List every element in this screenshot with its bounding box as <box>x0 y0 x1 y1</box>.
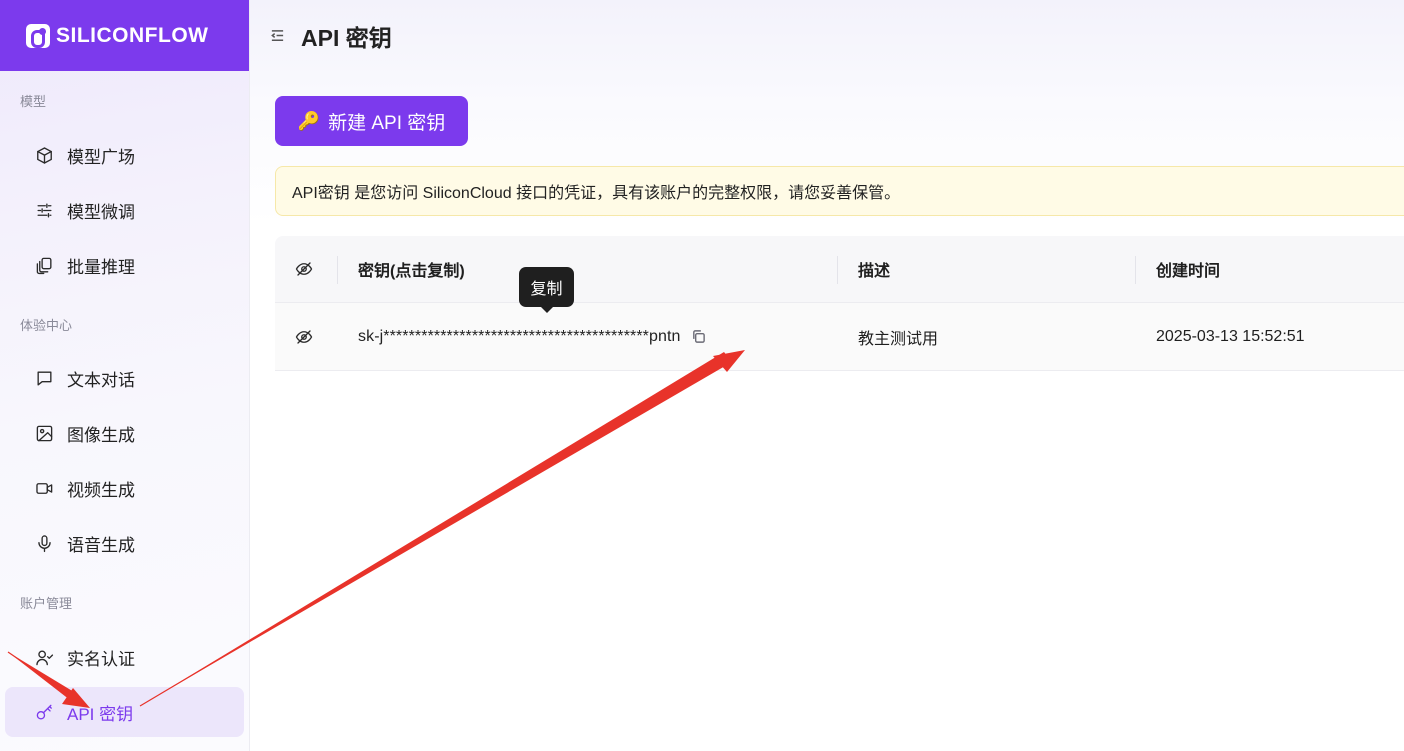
column-divider <box>337 256 338 284</box>
description-cell: 教主测试用 <box>858 330 939 348</box>
table-header-row: 密钥(点击复制) 描述 创建时间 <box>275 236 1404 303</box>
brand-name: SILICONFLOW <box>56 23 209 47</box>
column-header-created: 创建时间 <box>1156 263 1221 280</box>
topbar: API 密钥 <box>250 0 1404 71</box>
main-content: API 密钥 🔑 新建 API 密钥 API密钥 是您访问 SiliconClo… <box>250 0 1404 751</box>
copies-icon <box>34 255 54 275</box>
sidebar-item-speech-gen[interactable]: 语音生成 <box>5 518 244 568</box>
sidebar-item-real-name[interactable]: 实名认证 <box>5 632 244 682</box>
api-key-value[interactable]: sk-j************************************… <box>358 328 681 346</box>
sidebar-item-model-square[interactable]: 模型广场 <box>5 130 244 180</box>
column-divider <box>837 256 838 284</box>
sidebar-item-label: 文本对话 <box>67 370 135 390</box>
new-api-key-label: 新建 API 密钥 <box>328 112 446 134</box>
sliders-icon <box>34 200 54 220</box>
sidebar-item-text-chat[interactable]: 文本对话 <box>5 353 244 403</box>
sidebar-item-label: API 密钥 <box>67 704 134 724</box>
toggle-visibility-icon[interactable] <box>295 303 313 370</box>
api-keys-table: 密钥(点击复制) 描述 创建时间 sk-j*******************… <box>275 236 1404 372</box>
notice-text: API密钥 是您访问 SiliconCloud 接口的凭证，具有该账户的完整权限… <box>292 185 901 202</box>
user-check-icon <box>34 647 54 667</box>
security-notice: API密钥 是您访问 SiliconCloud 接口的凭证，具有该账户的完整权限… <box>275 166 1404 216</box>
column-header-key: 密钥(点击复制) <box>358 263 465 280</box>
sidebar-item-label: 语音生成 <box>67 535 135 555</box>
sidebar-item-batch-inference[interactable]: 批量推理 <box>5 240 244 290</box>
sidebar-item-image-gen[interactable]: 图像生成 <box>5 408 244 458</box>
video-icon <box>34 478 54 498</box>
image-icon <box>34 423 54 443</box>
siliconflow-logo-icon <box>26 23 50 48</box>
toggle-visibility-all-icon[interactable] <box>295 236 313 302</box>
sidebar-item-label: 模型微调 <box>67 202 135 222</box>
brand-header[interactable]: SILICONFLOW <box>0 0 249 71</box>
cube-icon <box>34 145 54 165</box>
sidebar-item-label: 批量推理 <box>67 257 135 277</box>
collapse-sidebar-icon[interactable] <box>270 28 286 44</box>
sidebar-item-api-keys[interactable]: API 密钥 <box>5 687 244 737</box>
chat-icon <box>34 368 54 388</box>
key-icon <box>34 702 54 722</box>
sidebar-item-video-gen[interactable]: 视频生成 <box>5 463 244 513</box>
api-key-cell[interactable]: sk-j************************************… <box>358 303 706 370</box>
column-header-description: 描述 <box>858 263 891 280</box>
section-label-models: 模型 <box>20 94 47 109</box>
column-divider <box>1135 256 1136 284</box>
copy-tooltip: 复制 <box>519 267 574 313</box>
sidebar-item-label: 实名认证 <box>67 649 135 669</box>
created-time-cell: 2025-03-13 15:52:51 <box>1156 327 1305 345</box>
copy-icon[interactable] <box>691 329 706 344</box>
mic-icon <box>34 533 54 553</box>
key-emoji-icon: 🔑 <box>297 110 321 131</box>
app-root: SILICONFLOW 模型 模型广场 模型微调 批量推理 体验中心 文本对话 … <box>0 0 1404 751</box>
sidebar-item-label: 视频生成 <box>67 480 135 500</box>
sidebar-item-label: 模型广场 <box>67 147 135 167</box>
page-title: API 密钥 <box>301 24 392 51</box>
sidebar: SILICONFLOW 模型 模型广场 模型微调 批量推理 体验中心 文本对话 … <box>0 0 250 751</box>
table-row: sk-j************************************… <box>275 303 1404 371</box>
sidebar-item-label: 图像生成 <box>67 425 135 445</box>
section-label-account: 账户管理 <box>20 596 73 611</box>
new-api-key-button[interactable]: 🔑 新建 API 密钥 <box>275 96 468 146</box>
sidebar-item-model-finetune[interactable]: 模型微调 <box>5 185 244 235</box>
section-label-experience: 体验中心 <box>20 318 73 333</box>
